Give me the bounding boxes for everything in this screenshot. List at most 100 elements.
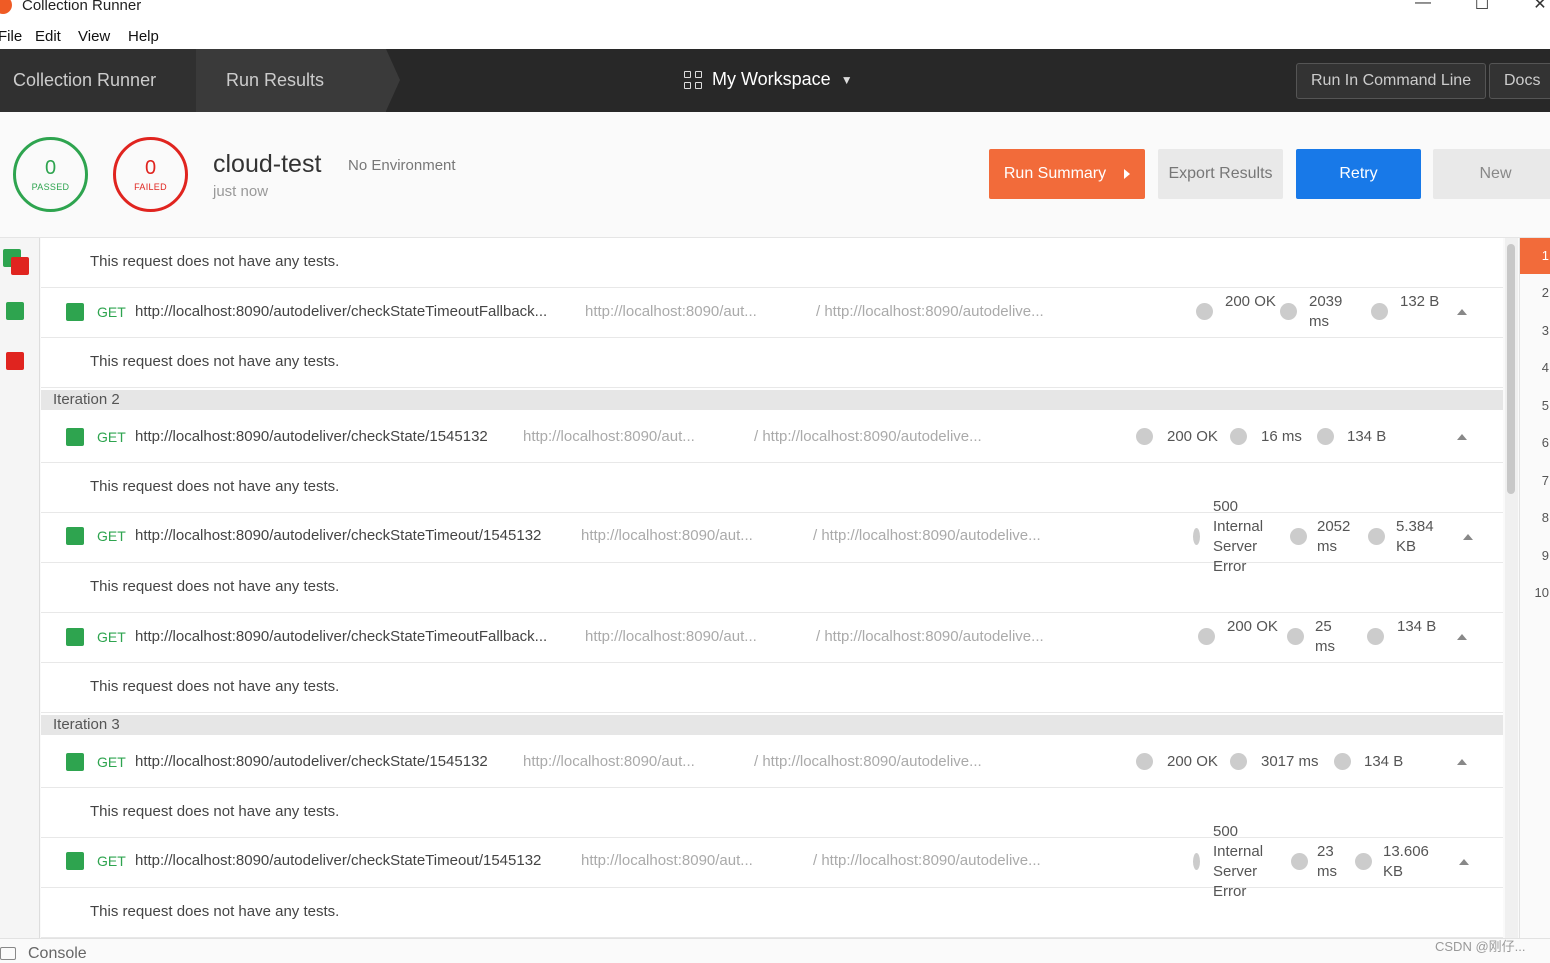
menu-file[interactable]: File bbox=[0, 28, 22, 45]
console-icon bbox=[0, 947, 16, 960]
iteration-index-item[interactable]: 1 bbox=[1520, 238, 1550, 274]
request-method: GET bbox=[97, 853, 126, 869]
response-time: 25 ms bbox=[1315, 618, 1335, 655]
no-tests-text: This request does not have any tests. bbox=[90, 253, 340, 270]
fail-indicator bbox=[6, 352, 24, 370]
request-path: / http://localhost:8090/autodelive... bbox=[813, 852, 1041, 869]
request-row[interactable]: GET http://localhost:8090/autodeliver/ch… bbox=[41, 410, 1503, 463]
pass-indicator bbox=[66, 303, 84, 321]
collapse-caret-icon[interactable] bbox=[1459, 859, 1469, 865]
size-dot-icon bbox=[1371, 303, 1388, 320]
time-dot-icon bbox=[1230, 428, 1247, 445]
status-dot-icon bbox=[1136, 753, 1153, 770]
request-row[interactable]: GET http://localhost:8090/autodeliver/ch… bbox=[41, 610, 1503, 663]
iteration-index-item[interactable]: 6 bbox=[1520, 425, 1550, 461]
request-url[interactable]: http://localhost:8090/autodeliver/checkS… bbox=[135, 428, 488, 445]
iteration-index-item[interactable]: 5 bbox=[1520, 388, 1550, 424]
request-path: / http://localhost:8090/autodelive... bbox=[816, 628, 1044, 645]
no-tests-text: This request does not have any tests. bbox=[90, 478, 340, 495]
collapse-caret-icon[interactable] bbox=[1457, 309, 1467, 315]
pass-indicator bbox=[66, 753, 84, 771]
request-method: GET bbox=[97, 629, 126, 645]
scrollbar-thumb[interactable] bbox=[1507, 244, 1515, 494]
request-url-short: http://localhost:8090/aut... bbox=[581, 527, 753, 544]
response-size: 13.606 KB bbox=[1383, 843, 1429, 880]
iteration-index-item[interactable]: 4 bbox=[1520, 350, 1550, 386]
time-dot-icon bbox=[1291, 853, 1308, 870]
response-status: 200 OK bbox=[1167, 428, 1218, 445]
status-dot-icon bbox=[1193, 528, 1200, 545]
request-url-short: http://localhost:8090/aut... bbox=[585, 628, 757, 645]
response-status: 200 OK bbox=[1227, 618, 1278, 635]
menu-edit[interactable]: Edit bbox=[35, 28, 61, 45]
iteration-index-item[interactable]: 10 bbox=[1520, 575, 1550, 611]
collapse-caret-icon[interactable] bbox=[1457, 634, 1467, 640]
console-label[interactable]: Console bbox=[28, 945, 87, 963]
time-dot-icon bbox=[1230, 753, 1247, 770]
fail-indicator bbox=[11, 257, 29, 275]
maximize-button[interactable]: ☐ bbox=[1467, 0, 1497, 18]
request-path: / http://localhost:8090/autodelive... bbox=[816, 303, 1044, 320]
request-method: GET bbox=[97, 429, 126, 445]
no-tests-row: This request does not have any tests. bbox=[41, 663, 1503, 713]
failed-counter: 0 FAILED bbox=[113, 137, 188, 212]
collapse-caret-icon[interactable] bbox=[1457, 759, 1467, 765]
passed-label: PASSED bbox=[31, 182, 70, 192]
workspace-switcher[interactable]: My Workspace ▼ bbox=[684, 69, 853, 90]
run-timestamp: just now bbox=[213, 183, 269, 200]
time-dot-icon bbox=[1290, 528, 1307, 545]
docs-button[interactable]: Docs bbox=[1489, 63, 1550, 99]
workspace-name: My Workspace bbox=[712, 69, 831, 89]
workspace-grid-icon bbox=[684, 70, 702, 89]
iteration-index-item[interactable]: 8 bbox=[1520, 500, 1550, 536]
response-time: 2052 ms bbox=[1317, 518, 1351, 555]
request-url[interactable]: http://localhost:8090/autodeliver/checkS… bbox=[135, 527, 541, 544]
request-path: / http://localhost:8090/autodelive... bbox=[754, 753, 982, 770]
collapse-caret-icon[interactable] bbox=[1463, 534, 1473, 540]
response-time: 16 ms bbox=[1261, 428, 1302, 445]
size-dot-icon bbox=[1368, 528, 1385, 545]
request-row[interactable]: GET http://localhost:8090/autodeliver/ch… bbox=[41, 735, 1503, 788]
collection-name: cloud-test bbox=[213, 150, 322, 178]
breadcrumb-run-results[interactable]: Run Results bbox=[196, 49, 386, 112]
iteration-index-item[interactable]: 7 bbox=[1520, 463, 1550, 499]
status-column bbox=[0, 238, 40, 938]
pass-indicator bbox=[66, 852, 84, 870]
iteration-index-item[interactable]: 3 bbox=[1520, 313, 1550, 349]
request-row[interactable]: GET http://localhost:8090/autodeliver/ch… bbox=[41, 823, 1503, 900]
iteration-index-item[interactable]: 9 bbox=[1520, 538, 1550, 574]
menu-view[interactable]: View bbox=[78, 28, 110, 45]
run-summary-button[interactable]: Run Summary bbox=[989, 149, 1145, 199]
title-bar: Collection Runner — ☐ ✕ bbox=[0, 0, 1550, 26]
request-url-short: http://localhost:8090/aut... bbox=[581, 852, 753, 869]
minimize-button[interactable]: — bbox=[1408, 0, 1438, 18]
collapse-caret-icon[interactable] bbox=[1457, 434, 1467, 440]
retry-button[interactable]: Retry bbox=[1296, 149, 1421, 199]
request-url[interactable]: http://localhost:8090/autodeliver/checkS… bbox=[135, 852, 541, 869]
request-url[interactable]: http://localhost:8090/autodeliver/checkS… bbox=[135, 753, 488, 770]
run-summary-bar: 0 PASSED 0 FAILED cloud-test No Environm… bbox=[0, 112, 1550, 238]
pass-indicator bbox=[66, 628, 84, 646]
request-url[interactable]: http://localhost:8090/autodeliver/checkS… bbox=[135, 303, 547, 320]
breadcrumb-separator bbox=[386, 49, 400, 111]
close-button[interactable]: ✕ bbox=[1525, 0, 1550, 18]
no-tests-row: This request does not have any tests. bbox=[41, 788, 1503, 838]
app-logo-icon bbox=[0, 0, 12, 14]
pass-indicator bbox=[66, 428, 84, 446]
iteration-index-item[interactable]: 2 bbox=[1520, 275, 1550, 311]
request-url[interactable]: http://localhost:8090/autodeliver/checkS… bbox=[135, 628, 547, 645]
menu-help[interactable]: Help bbox=[128, 28, 159, 45]
breadcrumb-collection-runner[interactable]: Collection Runner bbox=[0, 49, 196, 112]
caret-right-icon bbox=[1124, 168, 1131, 179]
request-path: / http://localhost:8090/autodelive... bbox=[813, 527, 1041, 544]
status-dot-icon bbox=[1198, 628, 1215, 645]
console-bar[interactable]: Console bbox=[0, 938, 1550, 963]
response-size: 134 B bbox=[1347, 428, 1387, 445]
new-button[interactable]: New bbox=[1433, 149, 1550, 199]
export-results-button[interactable]: Export Results bbox=[1158, 149, 1283, 199]
response-size: 134 B bbox=[1397, 618, 1437, 635]
request-row[interactable]: GET http://localhost:8090/autodeliver/ch… bbox=[41, 285, 1503, 338]
request-row[interactable]: GET http://localhost:8090/autodeliver/ch… bbox=[41, 498, 1503, 575]
results-scrollbar[interactable] bbox=[1505, 238, 1518, 938]
run-in-command-line-button[interactable]: Run In Command Line bbox=[1296, 63, 1487, 99]
